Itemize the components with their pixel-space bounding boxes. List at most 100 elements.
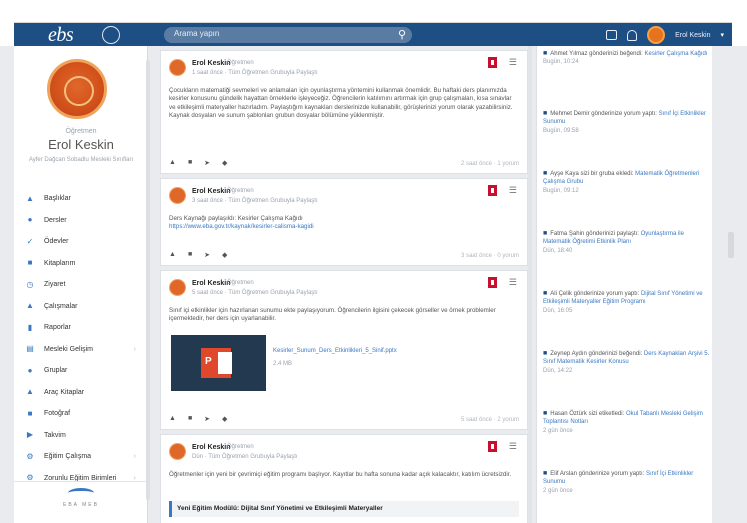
profile-avatar[interactable] [47,59,107,119]
notification-item[interactable]: ■ Ali Çelik gönderinize yorum yaptı: Diji… [543,290,711,315]
sidebar-item[interactable]: ⚙ Eğitim Çalışma › [14,446,148,468]
avatar[interactable] [647,26,666,44]
like-icon[interactable]: ▲ [169,251,176,259]
share-icon[interactable]: ➤ [204,415,210,423]
bookmark-icon[interactable] [488,441,497,452]
notification-text: Ali Çelik gönderinize yorum yaptı: [550,291,640,297]
sidebar-item-label: Dersler [44,216,67,224]
notification-item[interactable]: ■ Ayşe Kaya sizi bir gruba ekledi: Matema… [543,170,711,195]
search-input[interactable]: Arama yapın ⚲ [164,27,412,43]
more-icon[interactable]: ☰ [509,185,517,196]
book-icon: ▤ [26,344,34,354]
post-subtitle: Dün · Tüm Öğretmen Grubuyla Paylaştı [192,454,298,460]
notification-item[interactable]: ■ Hasan Öztürk sizi etiketledi: Okul Taba… [543,410,711,435]
avatar[interactable] [169,187,186,204]
save-icon[interactable]: ◆ [222,159,227,167]
sidebar-footer: EBA MEB [14,481,148,523]
bullet-icon: ■ [543,230,548,237]
more-icon[interactable]: ☰ [509,277,517,288]
sidebar-item[interactable]: ▲ Başlıklar [14,188,148,210]
notification-text: Elif Arslan gönderinize yorum yaptı: [550,471,645,477]
notification-text: Mehmet Demir gönderinize yorum yaptı: [550,111,657,117]
apps-icon[interactable] [102,26,120,44]
notification-item[interactable]: ■ Ahmet Yılmaz gönderinizi beğendi: Kesir… [543,50,711,67]
sidebar-item[interactable]: ▤ Mesleki Gelişim › [14,339,148,361]
sidebar-scrollbar[interactable] [146,60,150,500]
sidebar-item[interactable]: ▲ Çalışmalar [14,296,148,318]
avatar[interactable] [169,59,186,76]
bullet-icon: ■ [543,410,548,417]
sidebar-item[interactable]: ● Dersler [14,210,148,232]
chevron-down-icon[interactable]: ▾ [720,31,724,39]
notification-item[interactable]: ■ Mehmet Demir gönderinize yorum yaptı: S… [543,110,711,135]
avatar[interactable] [169,443,186,460]
save-icon[interactable]: ◆ [222,415,227,423]
post-subtitle: 3 saat önce · Tüm Öğretmen Grubuyla Payl… [192,198,318,204]
post-role: Öğretmen [227,188,254,194]
share-icon[interactable]: ➤ [204,251,210,259]
sidebar-item[interactable]: ✓ Ödevler [14,231,148,253]
user-name[interactable]: Erol Keskin [675,32,710,39]
sidebar-item[interactable]: ■ Fotoğraf [14,403,148,425]
sidebar-item[interactable]: ▶ Takvim [14,425,148,447]
post-time: 5 saat önce · 2 yorum [460,417,519,423]
notification-text: Ahmet Yılmaz gönderinizi beğendi: [550,51,643,57]
avatar[interactable] [169,279,186,296]
comment-icon[interactable]: ■ [188,251,192,259]
bookmark-icon[interactable] [488,185,497,196]
comment-icon[interactable]: ■ [188,159,192,167]
more-icon[interactable]: ☰ [509,441,517,452]
save-icon[interactable]: ◆ [222,251,227,259]
notification-time: Bugün, 09:58 [543,127,579,134]
post-author[interactable]: Erol Keskin [192,188,231,195]
bookmark-icon[interactable] [488,277,497,288]
bell-icon[interactable] [627,29,638,41]
chevron-right-icon: › [133,345,136,353]
attachment-name[interactable]: Kesirler_Sunum_Ders_Etkinlikleri_5_Sinif… [273,347,513,355]
bullet-icon: ■ [543,470,548,477]
notification-item[interactable]: ■ Zeynep Aydın gönderinizi beğendi: Ders … [543,350,711,375]
post-text: Ders Kaynağı paylaşıldı: Kesirler Çalışm… [169,215,303,222]
bookmark-icon[interactable] [488,57,497,68]
share-icon[interactable]: ➤ [204,159,210,167]
post: Erol Keskin Öğretmen Dün · Tüm Öğretmen … [160,434,528,523]
like-icon[interactable]: ▲ [169,159,176,167]
post-link[interactable]: https://www.eba.gov.tr/kaynak/kesirler-c… [169,223,519,231]
sidebar-item[interactable]: ▲ Araç Kitaplar [14,382,148,404]
post-time: 3 saat önce · 0 yorum [460,253,519,259]
post-role: Öğretmen [227,444,254,450]
post-body: Sınıf içi etkinlikler için hazırlanan su… [169,307,496,323]
profile-name[interactable]: Erol Keskin [14,137,148,152]
post-subtitle: 1 saat önce · Tüm Öğretmen Grubuyla Payl… [192,70,318,76]
sidebar-item[interactable]: ▮ Raporlar [14,317,148,339]
search-icon[interactable]: ⚲ [398,28,406,41]
attachment-thumbnail[interactable]: P [171,335,266,391]
sidebar-item[interactable]: ■ Kitaplarım [14,253,148,275]
sidebar-item-label: Raporlar [44,324,71,332]
notification-time: 2 gün önce [543,487,573,494]
messages-icon[interactable] [606,30,618,40]
sidebar-item[interactable]: ◷ Ziyaret [14,274,148,296]
notification-item[interactable]: ■ Fatma Şahin gönderinizi paylaştı: Oyunl… [543,230,711,255]
notification-time: Dün, 18:40 [543,247,573,254]
like-icon[interactable]: ▲ [169,415,176,423]
footer-text: EBA MEB [63,502,99,508]
post-subtitle: 5 saat önce · Tüm Öğretmen Grubuyla Payl… [192,290,318,296]
sidebar-item-label: Eğitim Çalışma [44,453,92,461]
post-quote[interactable]: Yeni Eğitim Modülü: Dijital Sınıf Yöneti… [169,501,519,517]
notification-item[interactable]: ■ Elif Arslan gönderinize yorum yaptı: Sı… [543,470,711,495]
eba-logo[interactable]: ebs [48,23,74,47]
post-author[interactable]: Erol Keskin [192,60,231,67]
post: Erol Keskin Öğretmen 5 saat önce · Tüm Ö… [160,270,528,430]
notification-text: Ayşe Kaya sizi bir gruba ekledi: [550,171,634,177]
more-icon[interactable]: ☰ [509,57,517,68]
notification-link[interactable]: Kesirler Çalışma Kağıdı [645,51,708,57]
notification-time: Bugün, 10:24 [543,59,579,66]
sidebar-item[interactable]: ● Gruplar [14,360,148,382]
post-role: Öğretmen [227,60,254,66]
page-scrollbar[interactable] [728,232,734,258]
feed-scrollbar[interactable] [528,46,532,523]
comment-icon[interactable]: ■ [188,415,192,423]
post-author[interactable]: Erol Keskin [192,280,231,287]
post-author[interactable]: Erol Keskin [192,444,231,451]
